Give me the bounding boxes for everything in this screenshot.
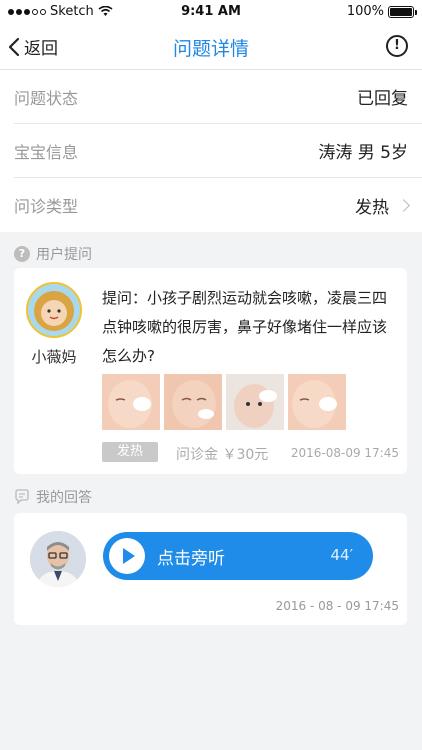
voice-duration: 44′ xyxy=(330,546,354,564)
info-button[interactable]: ! xyxy=(386,35,408,57)
consult-type-value: 发热 xyxy=(355,197,389,218)
battery-percent: 100% xyxy=(346,4,384,19)
question-image[interactable] xyxy=(288,374,346,430)
status-row: 问题状态 已回复 xyxy=(14,70,422,124)
question-image[interactable] xyxy=(164,374,222,430)
question-timestamp: 2016-08-09 17:45 xyxy=(290,446,399,460)
consult-type-row[interactable]: 问诊类型 发热 xyxy=(14,178,422,232)
question-card: 小薇妈 提问：小孩子剧烈运动就会咳嗽，凌晨三四点钟咳嗽的很厉害，鼻子好像堵住一样… xyxy=(14,268,407,474)
chevron-right-icon xyxy=(397,198,410,212)
question-text: 提问：小孩子剧烈运动就会咳嗽，凌晨三四点钟咳嗽的很厉害，鼻子好像堵住一样应该怎么… xyxy=(102,289,388,365)
baby-info-row: 宝宝信息 涛涛 男 5岁 xyxy=(14,124,422,178)
play-icon xyxy=(109,538,145,574)
answer-timestamp: 2016 - 08 - 09 17:45 xyxy=(275,599,399,613)
status-label: 问题状态 xyxy=(14,88,79,108)
page-title: 问题详情 xyxy=(172,38,249,60)
answer-section-header: 我的回答 xyxy=(14,487,92,507)
consult-type-label: 问诊类型 xyxy=(14,197,79,216)
consult-type-tag: 发热 xyxy=(102,442,158,462)
baby-info-value: 涛涛 男 5岁 xyxy=(318,143,408,163)
battery-icon xyxy=(388,5,417,18)
question-icon: ? xyxy=(14,246,30,262)
question-info-list: 问题状态 已回复 宝宝信息 涛涛 男 5岁 问诊类型 发热 xyxy=(0,70,422,232)
play-voice-answer-button[interactable]: 点击旁听 44′ xyxy=(103,532,373,580)
exclamation-icon: ! xyxy=(394,38,400,53)
question-section-title: 用户提问 xyxy=(36,247,92,263)
doctor-avatar[interactable] xyxy=(30,531,86,587)
voice-label: 点击旁听 xyxy=(157,548,225,569)
question-image[interactable] xyxy=(226,374,284,430)
battery-indicator: 100% xyxy=(346,4,417,19)
navigation-bar: 返回 问题详情 ! xyxy=(0,24,422,70)
status-bar: Sketch 9:41 AM 100% xyxy=(0,0,422,24)
answer-section-title: 我的回答 xyxy=(36,490,92,506)
answer-card: 点击旁听 44′ 2016 - 08 - 09 17:45 xyxy=(14,513,407,625)
user-avatar[interactable] xyxy=(26,282,82,338)
chat-bubble-icon xyxy=(15,489,29,505)
user-name: 小薇妈 xyxy=(31,348,77,366)
baby-info-label: 宝宝信息 xyxy=(14,142,79,162)
status-value: 已回复 xyxy=(357,89,408,109)
question-image[interactable] xyxy=(102,374,160,430)
question-section-header: ? 用户提问 xyxy=(14,244,92,264)
question-images xyxy=(102,374,346,430)
consult-fee: 问诊金 ￥30元 xyxy=(176,447,269,463)
